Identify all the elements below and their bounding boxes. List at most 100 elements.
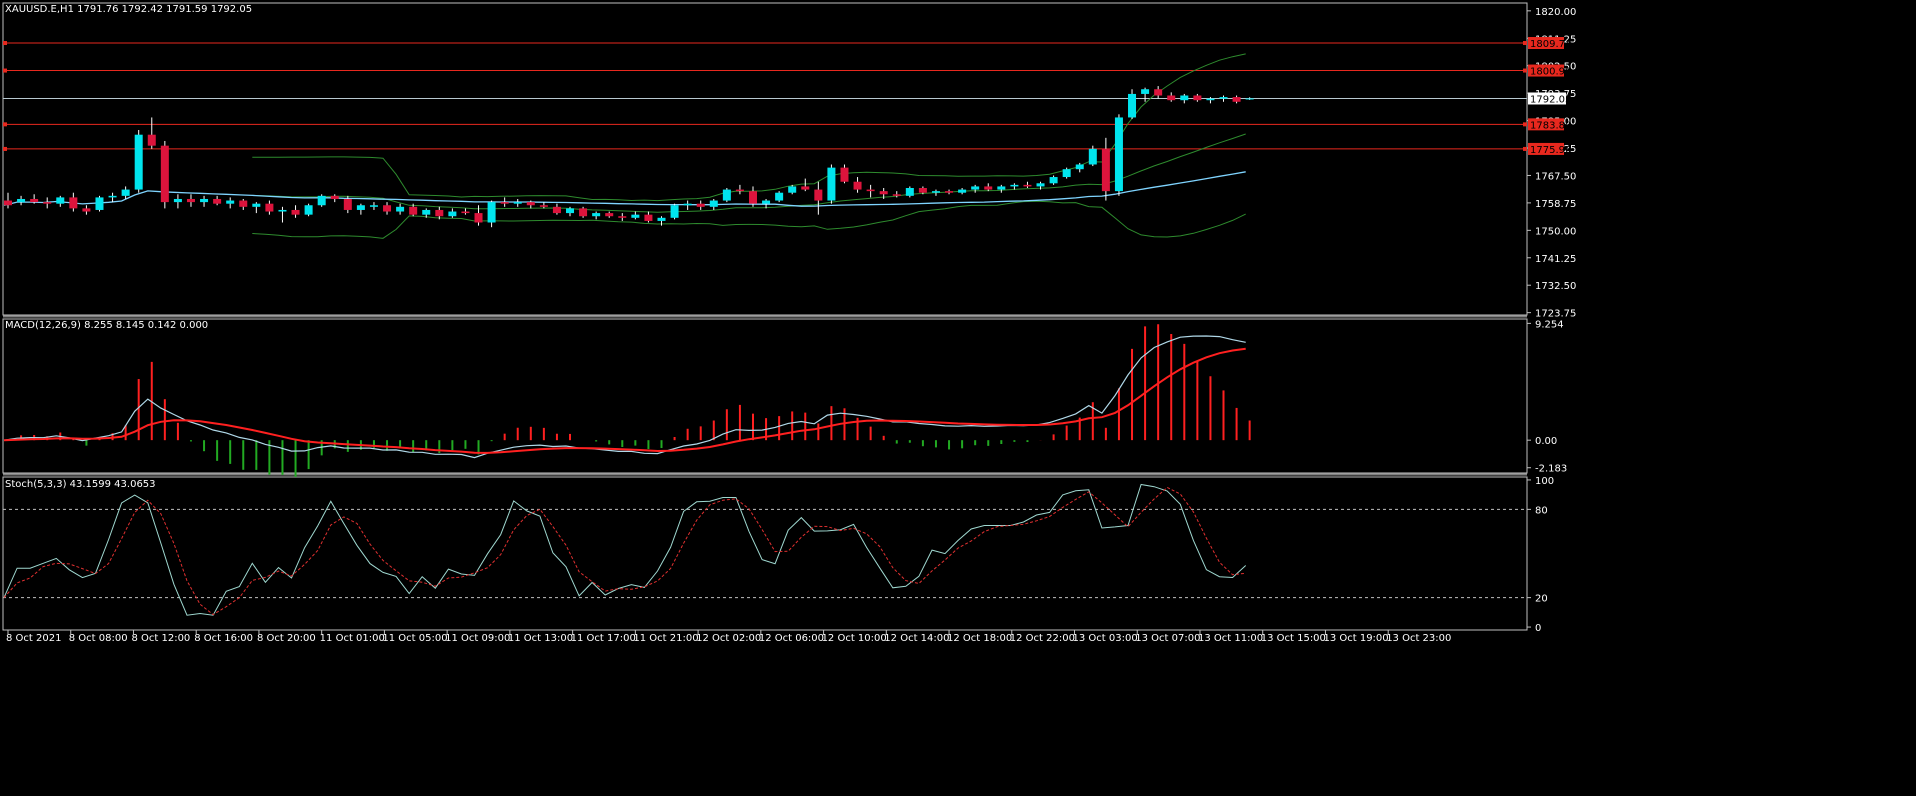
candle-body [1049,177,1058,184]
candle-body [892,194,901,196]
candle-body [866,189,875,192]
candle-body [1010,184,1019,187]
price-tick-label: 1723.75 [1535,309,1576,320]
price-level-marker [3,68,7,73]
price-level-label: 1775.96 [1530,145,1571,156]
candle-body [579,208,588,217]
macd-panel-frame [2,318,1528,474]
candle-body [958,189,967,193]
price-level-label: 1809.74 [1530,39,1571,50]
candle-body [82,208,91,212]
x-tick-label: 11 Oct 05:00 [382,633,447,644]
x-tick-label: 12 Oct 14:00 [884,633,949,644]
candle-body [775,192,784,201]
candle-body [330,195,339,199]
x-tick-label: 13 Oct 11:00 [1198,633,1263,644]
candle-body [409,206,418,215]
x-tick-label: 11 Oct 17:00 [571,633,636,644]
candle-body [814,189,823,201]
x-tick-label: 12 Oct 02:00 [696,633,761,644]
trading-chart: 1820.001811.251802.501793.751785.001776.… [0,0,1916,792]
macd-main-line [3,335,1246,459]
candle-body [539,205,548,207]
candle-body [971,186,980,190]
candle-body [108,195,117,198]
candle-body [1141,89,1150,94]
x-tick-label: 12 Oct 18:00 [947,633,1012,644]
candle-body [304,205,313,215]
candle-body [278,209,287,212]
candle-body [487,202,496,223]
candle-body [121,189,130,196]
x-tick-label: 8 Oct 16:00 [194,633,253,644]
x-tick-label: 11 Oct 21:00 [633,633,698,644]
x-tick-label: 11 Oct 13:00 [508,633,573,644]
x-tick-label: 13 Oct 23:00 [1386,633,1451,644]
candle-body [1232,97,1241,102]
candle-body [918,188,927,193]
candle-body [69,197,78,209]
candle-body [1128,93,1137,118]
candle-body [369,205,378,207]
candle-body [997,186,1006,190]
candle-body [827,167,836,201]
candle-body [683,203,692,206]
x-tick-label: 13 Oct 15:00 [1261,633,1326,644]
stoch-tick-label: 80 [1535,505,1548,516]
candle-body [213,198,222,204]
symbol-header-label: XAUUSD.E,H1 1791.76 1792.42 1791.59 1792… [5,4,252,15]
candle-body [879,191,888,195]
candle-body [239,200,248,207]
candle-body [905,188,914,196]
macd-tick-label: -2.183 [1535,464,1567,475]
candle-body [1114,117,1123,192]
candle-body [17,198,26,203]
candle-body [1062,169,1071,178]
price-level-marker [1523,122,1527,127]
stoch-tick-label: 100 [1535,476,1554,487]
candle-body [552,206,561,214]
price-level-marker [1523,68,1527,73]
price-tick-label: 1820.00 [1535,7,1576,18]
candle-body [931,191,940,193]
candle-body [4,200,12,206]
price-tick-label: 1767.50 [1535,171,1576,182]
candle-body [1023,184,1032,187]
x-tick-label: 8 Oct 08:00 [69,633,128,644]
candle-body [657,217,666,221]
macd-tick-label: 9.254 [1535,319,1564,330]
macd-panel-label: MACD(12,26,9) 8.255 8.145 0.142 0.000 [5,320,208,331]
candle-body [566,208,575,214]
price-tick-label: 1750.00 [1535,226,1576,237]
candle-body [801,186,810,190]
candle-body [1193,95,1202,101]
x-tick-label: 12 Oct 06:00 [759,633,824,644]
candle-body [1036,183,1045,187]
candle-body [762,200,771,204]
price-level-marker [3,41,7,46]
price-level-marker [1523,146,1527,151]
candle-body [853,181,862,190]
candles-group [4,86,1254,228]
candle-body [265,203,274,212]
macd-signal-line [3,347,1246,454]
candle-body [448,211,457,217]
candle-body [186,198,195,203]
candle-body [252,203,261,207]
price-level-marker [3,146,7,151]
candle-body [1075,164,1084,170]
x-tick-label: 12 Oct 22:00 [1010,633,1075,644]
macd-tick-label: 0.00 [1535,436,1557,447]
candle-body [200,198,209,203]
candle-body [356,205,365,210]
candle-body [317,195,326,206]
candle-body [840,167,849,182]
candle-body [383,205,392,212]
stoch-tick-label: 20 [1535,594,1548,605]
x-tick-label: 11 Oct 01:00 [320,633,385,644]
candle-body [147,134,156,146]
candle-body [1088,148,1097,165]
stoch-main-line [3,483,1247,616]
chart-svg: 1820.001811.251802.501793.751785.001776.… [2,2,1576,644]
x-tick-label: 8 Oct 12:00 [131,633,190,644]
